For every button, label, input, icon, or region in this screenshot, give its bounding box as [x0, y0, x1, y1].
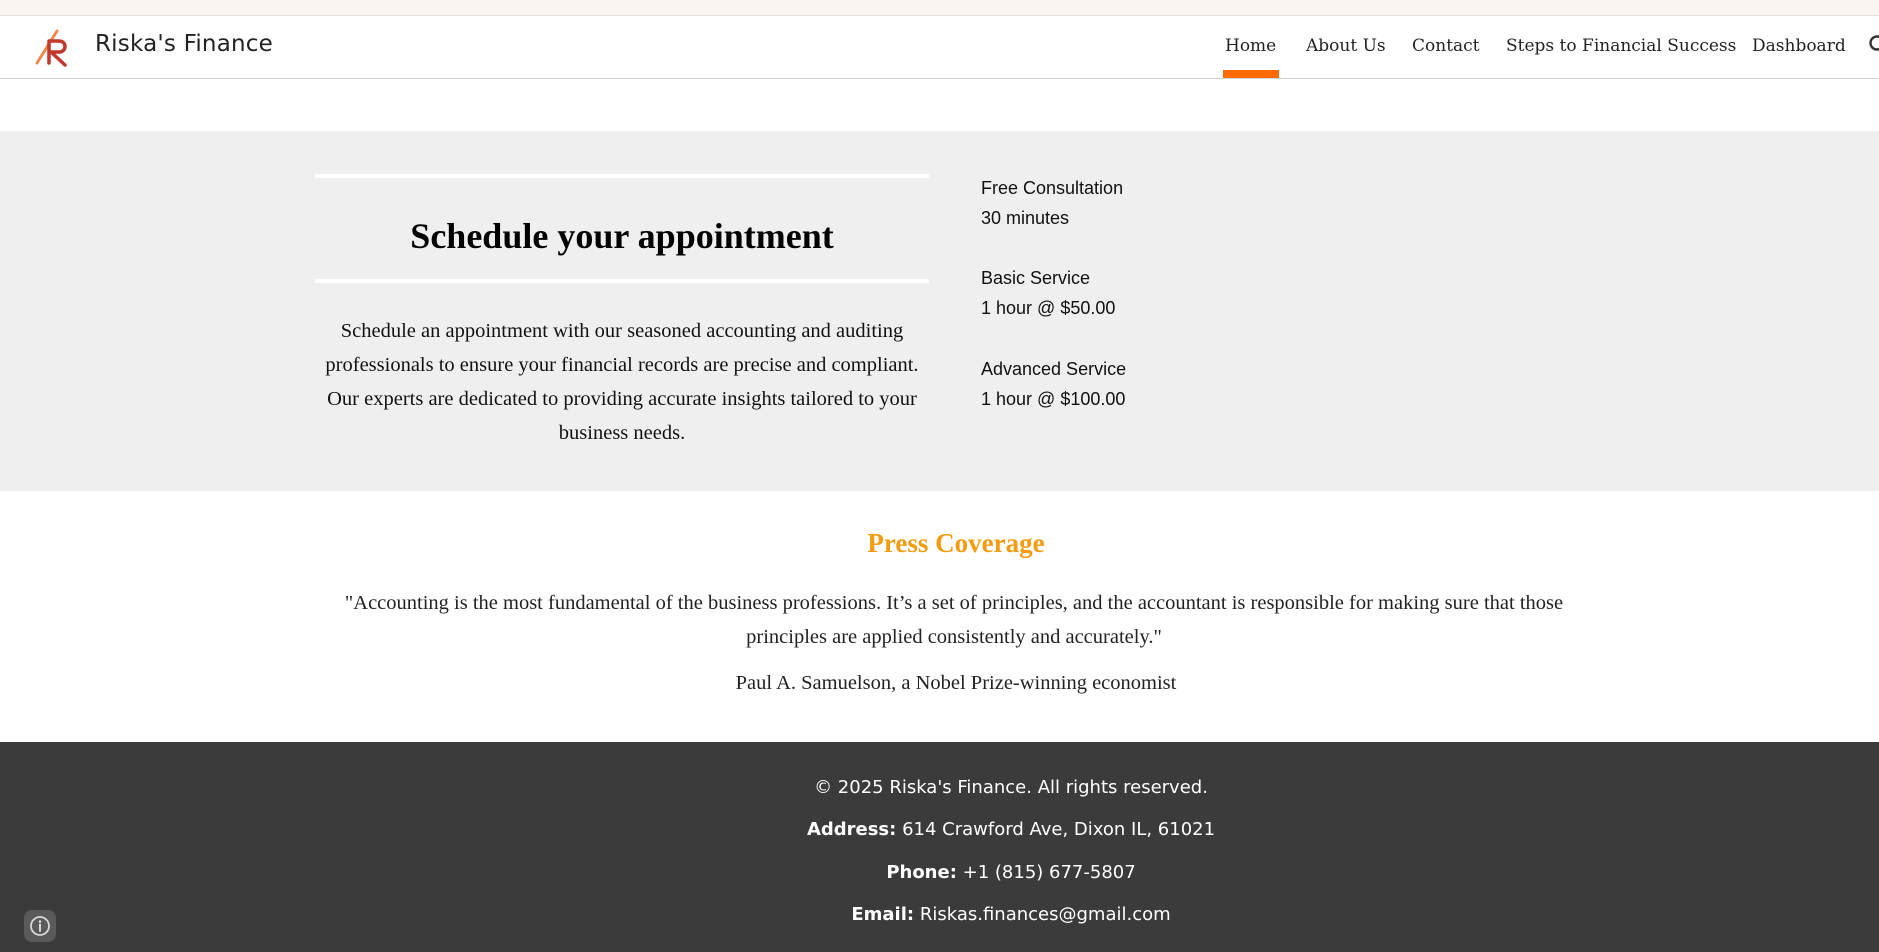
appointment-title: Schedule your appointment: [410, 216, 834, 256]
logo-icon[interactable]: [33, 27, 75, 69]
site-header: Riska's Finance Home About Us Contact St…: [0, 16, 1879, 79]
site-title[interactable]: Riska's Finance: [95, 31, 273, 57]
phone-value[interactable]: +1 (815) 677-5807: [963, 862, 1136, 883]
address-label: Address:: [806, 819, 897, 840]
service-detail: 1 hour @ $100.00: [981, 389, 1126, 409]
service-advanced[interactable]: Advanced Service 1 hour @ $100.00: [981, 354, 1126, 414]
appointment-section: Schedule your appointment Schedule an ap…: [0, 131, 1879, 491]
email-label: Email:: [851, 904, 915, 925]
service-name: Basic Service: [981, 268, 1091, 288]
quote-attribution: Paul A. Samuelson, a Nobel Prize-winning…: [735, 672, 1177, 694]
service-detail: 30 minutes: [981, 208, 1070, 228]
appointment-description: Schedule an appointment with our seasone…: [325, 320, 919, 444]
footer-copyright: © 2025 Riska's Finance. All rights reser…: [814, 777, 1208, 798]
service-name: Free Consultation: [981, 178, 1124, 198]
footer-email: Email: Riskas.finances@gmail.com: [0, 904, 1879, 925]
site-footer: © 2025 Riska's Finance. All rights reser…: [0, 742, 1879, 952]
press-quote: "Accounting is the most fundamental of t…: [344, 592, 1564, 648]
service-free-consultation[interactable]: Free Consultation 30 minutes: [981, 173, 1123, 233]
service-name: Advanced Service: [981, 359, 1127, 379]
nav-about-us[interactable]: About Us: [1306, 36, 1386, 56]
active-nav-indicator: [1223, 70, 1279, 78]
email-value[interactable]: Riskas.finances@gmail.com: [920, 904, 1171, 925]
address-value: 614 Crawford Ave, Dixon IL, 61021: [902, 819, 1216, 840]
footer-phone: Phone: +1 (815) 677-5807: [0, 862, 1879, 883]
phone-label: Phone:: [886, 862, 957, 883]
footer-address: Address: 614 Crawford Ave, Dixon IL, 610…: [0, 819, 1879, 840]
title-rule-top: [315, 174, 929, 178]
info-icon[interactable]: [24, 910, 56, 942]
service-basic[interactable]: Basic Service 1 hour @ $50.00: [981, 263, 1115, 323]
search-icon[interactable]: [1868, 34, 1879, 56]
service-detail: 1 hour @ $50.00: [981, 298, 1116, 318]
nav-contact[interactable]: Contact: [1412, 36, 1480, 56]
title-rule-bottom: [315, 279, 929, 283]
top-strip: [0, 0, 1879, 16]
press-coverage-title: Press Coverage: [867, 528, 1045, 558]
nav-steps-to-financial-success[interactable]: Steps to Financial Success: [1506, 36, 1736, 56]
nav-home[interactable]: Home: [1225, 36, 1276, 56]
nav-dashboard[interactable]: Dashboard: [1752, 36, 1846, 56]
